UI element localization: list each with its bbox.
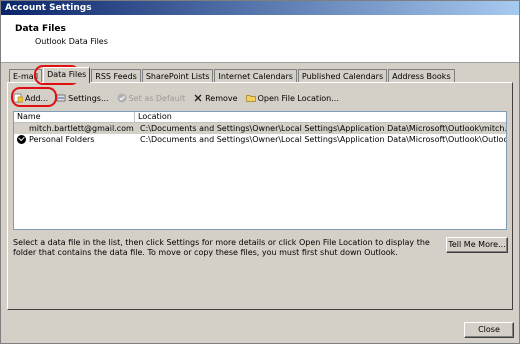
folder-icon	[245, 93, 256, 103]
tab-sharepoint-lists[interactable]: SharePoint Lists	[141, 69, 214, 83]
row-location: C:\Documents and Settings\Owner\Local Se…	[140, 135, 506, 144]
data-files-toolbar: Add... Settings... Set as Default Remove…	[13, 91, 347, 105]
tell-me-more-button[interactable]: Tell Me More...	[446, 237, 508, 253]
list-row[interactable]: Personal Folders C:\Documents and Settin…	[14, 134, 506, 145]
open-file-location-button[interactable]: Open File Location...	[245, 93, 339, 103]
set-as-default-button[interactable]: Set as Default	[117, 93, 186, 103]
open-file-location-label: Open File Location...	[257, 93, 339, 103]
remove-x-icon	[193, 93, 203, 103]
row-name: mitch.bartlett@gmail.com	[29, 124, 134, 133]
close-button[interactable]: Close	[464, 322, 514, 338]
data-files-list[interactable]: Name Location mitch.bartlett@gmail.com C…	[13, 111, 507, 230]
row-name-cell: Personal Folders	[14, 134, 135, 145]
row-location: C:\Documents and Settings\Owner\Local Se…	[140, 124, 506, 133]
account-settings-window: Account Settings Data Files Outlook Data…	[0, 0, 520, 344]
remove-label: Remove	[205, 93, 238, 103]
list-header: Name Location	[14, 112, 506, 123]
column-header-location[interactable]: Location	[135, 112, 506, 122]
tab-published-calendars[interactable]: Published Calendars	[297, 69, 388, 83]
settings-icon	[56, 93, 66, 103]
default-check-icon	[17, 135, 26, 144]
tab-address-books[interactable]: Address Books	[388, 69, 455, 83]
row-name-cell: mitch.bartlett@gmail.com	[14, 123, 135, 134]
header-title: Data Files	[15, 24, 66, 34]
column-header-name[interactable]: Name	[14, 112, 135, 122]
header-panel: Data Files Outlook Data Files	[1, 15, 519, 63]
annotation-circle-add	[11, 87, 57, 107]
window-title: Account Settings	[1, 1, 519, 15]
header-subtitle: Outlook Data Files	[35, 37, 108, 46]
tab-strip: E-mail Data Files RSS Feeds SharePoint L…	[9, 67, 456, 83]
settings-label: Settings...	[68, 93, 109, 103]
remove-button[interactable]: Remove	[193, 93, 238, 103]
tab-internet-calendars[interactable]: Internet Calendars	[214, 69, 297, 83]
list-row[interactable]: mitch.bartlett@gmail.com C:\Documents an…	[14, 123, 506, 134]
row-name: Personal Folders	[29, 135, 95, 144]
checkmark-icon	[117, 93, 127, 103]
tab-rss-feeds[interactable]: RSS Feeds	[91, 69, 141, 83]
description-text: Select a data file in the list, then cli…	[13, 238, 430, 257]
settings-button[interactable]: Settings...	[56, 93, 109, 103]
tab-data-files[interactable]: Data Files	[43, 67, 91, 83]
set-as-default-label: Set as Default	[128, 93, 186, 103]
